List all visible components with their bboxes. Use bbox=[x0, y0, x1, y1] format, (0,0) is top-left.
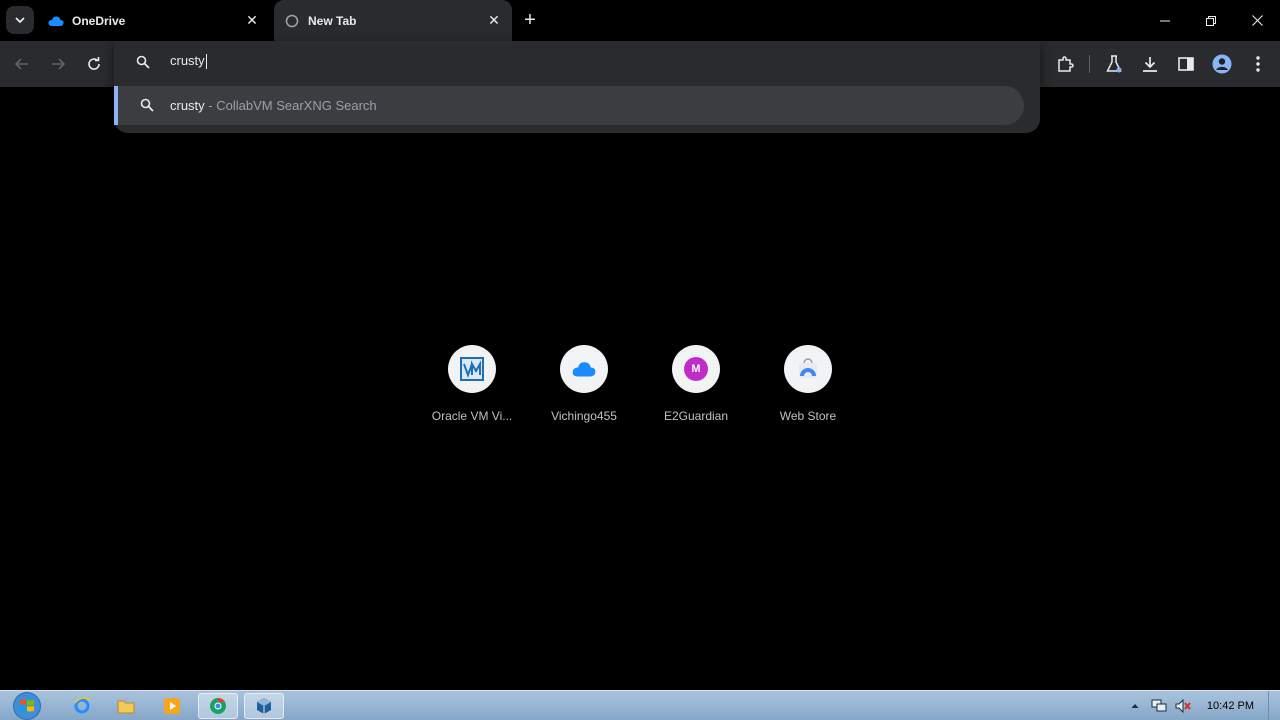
windows-logo-icon bbox=[13, 692, 41, 720]
search-icon bbox=[136, 55, 152, 71]
loading-globe-icon bbox=[284, 13, 300, 29]
chevron-up-icon bbox=[1131, 704, 1139, 708]
shortcut-label: Oracle VM Vi... bbox=[431, 409, 513, 423]
chevron-down-icon bbox=[15, 17, 25, 24]
tab-title: OneDrive bbox=[72, 13, 126, 28]
virtualbox-icon bbox=[460, 357, 484, 381]
forward-button[interactable] bbox=[44, 50, 72, 78]
shortcut-icon-circle: M bbox=[672, 345, 720, 393]
avatar-icon bbox=[1212, 54, 1232, 74]
shortcut-icon-circle bbox=[784, 345, 832, 393]
letter-m-icon: M bbox=[684, 357, 708, 381]
web-store-icon bbox=[799, 358, 817, 378]
puzzle-icon bbox=[1058, 56, 1074, 72]
minimize-button[interactable] bbox=[1142, 0, 1188, 41]
shortcut-label: Vichingo455 bbox=[551, 409, 617, 423]
search-icon bbox=[140, 98, 156, 114]
onedrive-cloud-icon bbox=[48, 13, 64, 29]
omnibox[interactable]: crusty bbox=[114, 45, 1040, 81]
labs-button[interactable] bbox=[1100, 50, 1128, 78]
downloads-button[interactable] bbox=[1136, 50, 1164, 78]
new-tab-button[interactable]: + bbox=[518, 8, 542, 32]
chrome-icon bbox=[210, 697, 226, 714]
forward-arrow-icon bbox=[52, 58, 65, 70]
shortcut-tile[interactable]: Oracle VM Vi... bbox=[416, 345, 528, 433]
shortcut-tile[interactable]: Vichingo455 bbox=[528, 345, 640, 433]
taskbar-virtualbox[interactable] bbox=[244, 693, 284, 719]
shortcut-label: Web Store bbox=[779, 409, 837, 423]
omnibox-suggestion[interactable]: crusty - CollabVM SearXNG Search bbox=[114, 86, 1024, 125]
address-bar-value: crusty bbox=[170, 53, 205, 68]
tray-expand-button[interactable] bbox=[1125, 696, 1145, 716]
suggestion-separator: - bbox=[204, 98, 217, 113]
toolbar-separator bbox=[1089, 55, 1090, 73]
close-tab-icon[interactable]: ✕ bbox=[484, 11, 504, 31]
taskbar-chrome[interactable] bbox=[198, 693, 238, 719]
tab-onedrive[interactable]: OneDrive ✕ bbox=[38, 0, 270, 41]
shortcut-label: E2Guardian bbox=[663, 409, 729, 423]
suggestion-query: crusty bbox=[170, 98, 205, 113]
text-caret bbox=[205, 54, 207, 70]
shortcut-icon-circle bbox=[448, 345, 496, 393]
file-explorer-icon bbox=[117, 700, 135, 714]
media-player-icon bbox=[164, 698, 180, 714]
menu-button[interactable] bbox=[1244, 50, 1272, 78]
reload-button[interactable] bbox=[80, 50, 108, 78]
taskbar-media-player[interactable] bbox=[152, 693, 192, 719]
windows-taskbar: 10:42 PM bbox=[0, 690, 1280, 720]
suggestion-engine: CollabVM SearXNG Search bbox=[216, 98, 377, 113]
restore-icon bbox=[1206, 15, 1216, 26]
tray-network-button[interactable] bbox=[1149, 696, 1169, 716]
reload-icon bbox=[88, 57, 100, 70]
side-panel-icon bbox=[1178, 57, 1194, 71]
profile-button[interactable] bbox=[1208, 50, 1236, 78]
download-icon bbox=[1143, 57, 1157, 72]
close-window-button[interactable] bbox=[1234, 0, 1280, 41]
extensions-button[interactable] bbox=[1051, 50, 1079, 78]
taskbar-internet-explorer[interactable] bbox=[62, 693, 102, 719]
start-button[interactable] bbox=[6, 691, 48, 720]
omnibox-dropdown: crusty crusty - CollabVM SearXNG Search bbox=[114, 41, 1040, 133]
shortcut-grid: Oracle VM Vi... Vichingo455 M E2Guardian… bbox=[416, 345, 864, 433]
restore-button[interactable] bbox=[1188, 0, 1234, 41]
show-desktop-button[interactable] bbox=[1268, 691, 1280, 720]
network-icon bbox=[1151, 699, 1167, 712]
back-arrow-icon bbox=[15, 58, 28, 70]
shortcut-icon-circle bbox=[560, 345, 608, 393]
flask-icon bbox=[1106, 55, 1122, 73]
virtualbox-icon bbox=[257, 698, 271, 714]
suggestion-text: crusty - CollabVM SearXNG Search bbox=[170, 98, 377, 113]
address-bar-input[interactable]: crusty bbox=[170, 53, 970, 73]
plus-icon: + bbox=[524, 8, 536, 31]
close-tab-icon[interactable]: ✕ bbox=[242, 11, 262, 31]
shortcut-tile[interactable]: Web Store bbox=[752, 345, 864, 433]
taskbar-clock[interactable]: 10:42 PM bbox=[1207, 700, 1254, 712]
close-icon bbox=[1251, 15, 1263, 26]
minimize-icon bbox=[1160, 20, 1170, 21]
tab-search-button[interactable] bbox=[6, 6, 34, 34]
kebab-menu-icon bbox=[1256, 56, 1260, 72]
toolbar-actions bbox=[1051, 50, 1272, 78]
taskbar-file-explorer[interactable] bbox=[106, 693, 146, 719]
window-controls bbox=[1142, 0, 1280, 41]
shortcut-tile[interactable]: M E2Guardian bbox=[640, 345, 752, 433]
internet-explorer-icon bbox=[74, 697, 91, 714]
tray-volume-button[interactable] bbox=[1173, 696, 1193, 716]
tab-title: New Tab bbox=[308, 13, 357, 28]
tab-new-tab[interactable]: New Tab ✕ bbox=[274, 0, 512, 41]
side-panel-button[interactable] bbox=[1172, 50, 1200, 78]
volume-muted-icon bbox=[1175, 699, 1191, 713]
tab-strip: OneDrive ✕ New Tab ✕ + bbox=[0, 0, 1280, 41]
onedrive-cloud-icon bbox=[572, 362, 596, 377]
back-button[interactable] bbox=[8, 50, 36, 78]
system-tray: 10:42 PM bbox=[1123, 691, 1280, 720]
